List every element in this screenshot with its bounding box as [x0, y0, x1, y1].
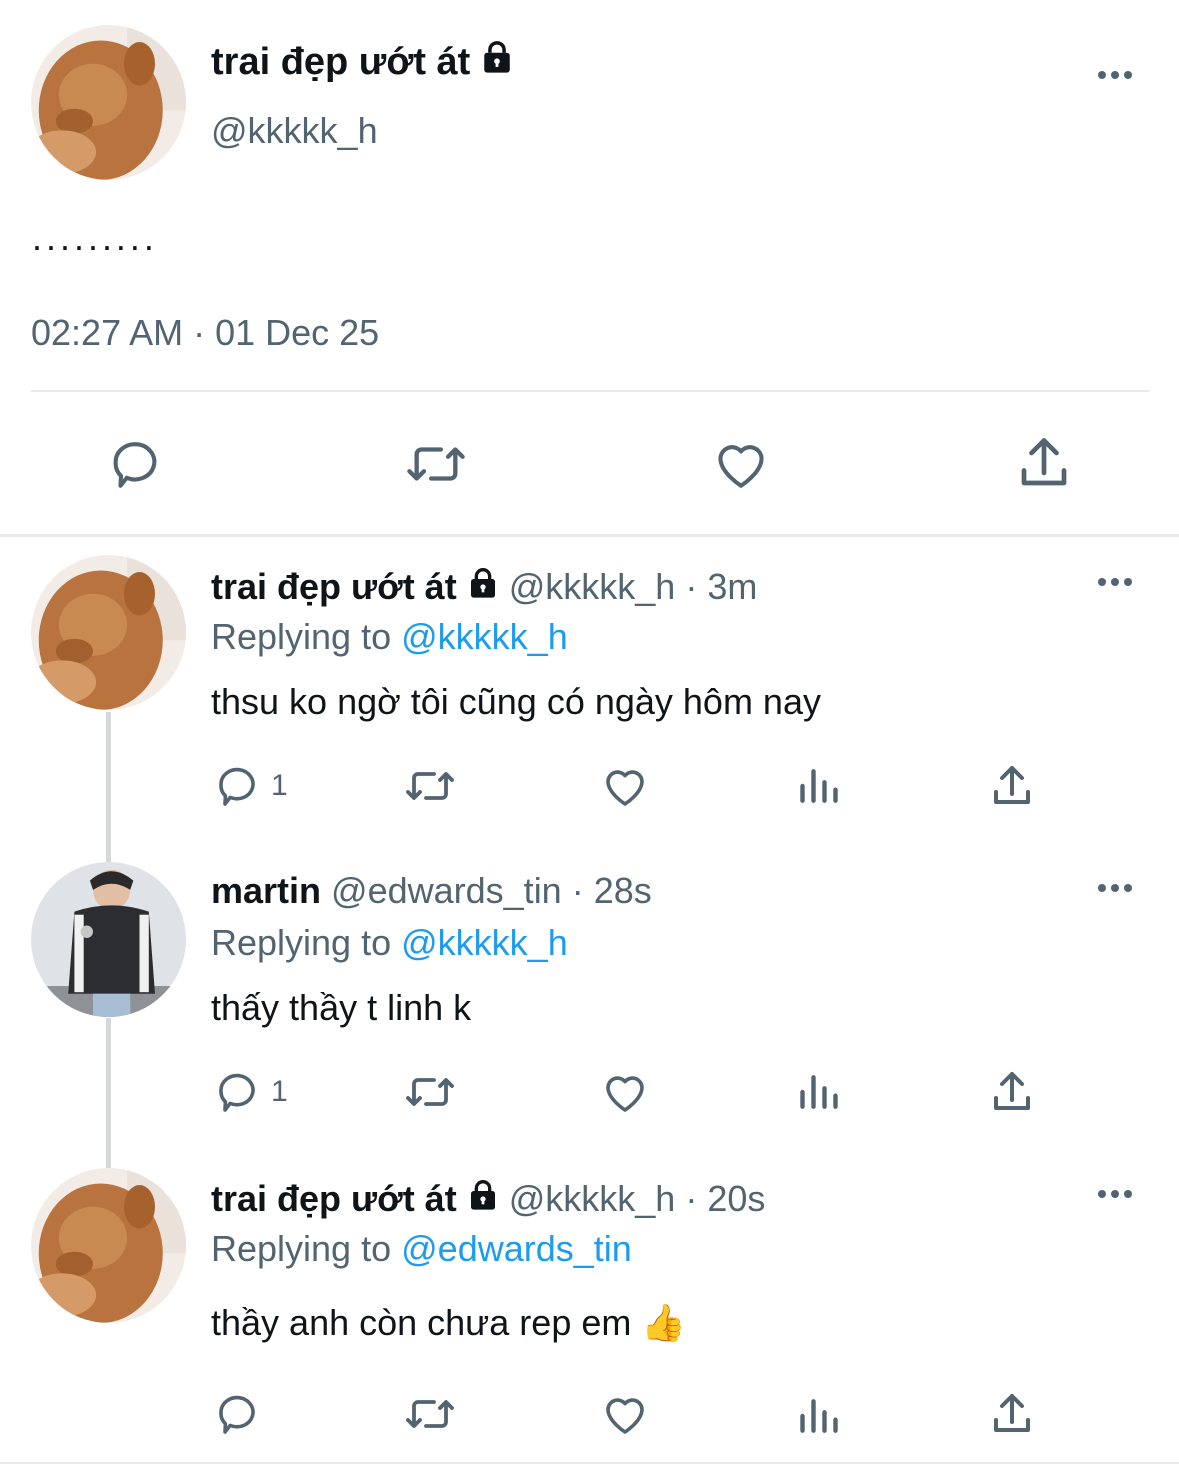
share-button[interactable] — [1014, 433, 1074, 493]
share-button[interactable] — [988, 1068, 1036, 1116]
views-button[interactable] — [797, 764, 841, 808]
more-options-button[interactable] — [1098, 1190, 1132, 1198]
more-dots-icon — [1098, 578, 1106, 586]
bottom-divider — [0, 1462, 1179, 1464]
reply-display-name[interactable]: trai đẹp ướt át — [211, 566, 457, 607]
tweet-text: ········· — [31, 225, 157, 266]
divider — [31, 390, 1149, 392]
speech-bubble-icon — [219, 1395, 255, 1434]
views-button[interactable] — [797, 1394, 841, 1438]
reply-text: thsu ko ngờ tôi cũng có ngày hôm nay — [211, 681, 821, 722]
reply-display-name[interactable]: trai đẹp ướt át — [211, 1178, 457, 1219]
lock-icon — [467, 1178, 499, 1220]
retweet-button[interactable] — [402, 1068, 458, 1116]
heart-icon — [606, 1076, 644, 1112]
thread-line — [106, 1018, 111, 1168]
reply-time[interactable]: · 20s — [685, 1178, 765, 1219]
retweet-button[interactable] — [402, 762, 458, 810]
reply-button[interactable] — [213, 1390, 271, 1438]
more-options-button[interactable] — [1098, 884, 1132, 892]
reply-button[interactable] — [106, 435, 164, 493]
reply-time[interactable]: · 3m — [685, 566, 757, 607]
replying-to-label: Replying to — [211, 1228, 392, 1269]
reply-text: thầy anh còn chưa rep em 👍 — [211, 1302, 687, 1343]
bar-chart-icon — [800, 769, 838, 803]
reply-avatar[interactable] — [31, 555, 186, 710]
thread-line — [106, 712, 111, 862]
more-dots-icon — [1098, 884, 1106, 892]
reply-count: 1 — [271, 769, 288, 802]
replying-to-label: Replying to — [211, 922, 392, 963]
share-button[interactable] — [988, 1390, 1036, 1438]
bar-chart-icon — [800, 1399, 838, 1433]
reply-button[interactable]: 1 — [213, 1068, 288, 1116]
heart-icon — [606, 1398, 644, 1434]
replying-to-link[interactable]: @kkkkk_h — [401, 922, 568, 963]
speech-bubble-icon — [219, 767, 255, 806]
like-button[interactable] — [710, 435, 772, 493]
reply-handle[interactable]: @kkkkk_h — [509, 1178, 676, 1219]
upload-share-icon — [1021, 438, 1067, 486]
reply-avatar[interactable] — [31, 862, 186, 1017]
bar-chart-icon — [800, 1075, 838, 1109]
speech-bubble-icon — [219, 1073, 255, 1112]
replying-to-link[interactable]: @kkkkk_h — [401, 616, 568, 657]
upload-share-icon — [994, 766, 1030, 804]
author-display-name[interactable]: trai đẹp ướt át — [211, 41, 470, 83]
retweet-arrows-icon — [407, 447, 465, 481]
author-handle[interactable]: @kkkkk_h — [211, 110, 378, 152]
upload-share-icon — [994, 1072, 1030, 1110]
share-button[interactable] — [988, 762, 1036, 810]
heart-icon — [718, 445, 764, 488]
reply-avatar[interactable] — [31, 1168, 186, 1323]
like-button[interactable] — [600, 762, 650, 810]
retweet-button[interactable] — [402, 1390, 458, 1438]
retweet-arrows-icon — [406, 1078, 454, 1106]
reply-display-name[interactable]: martin — [211, 870, 321, 911]
tweet-timestamp[interactable]: 02:27 AM · 01 Dec 25 — [31, 312, 379, 354]
views-button[interactable] — [797, 1070, 841, 1114]
replying-to-label: Replying to — [211, 616, 392, 657]
lock-icon — [467, 566, 499, 608]
reply-handle[interactable]: @kkkkk_h — [509, 566, 676, 607]
reply-text: thấy thầy t linh k — [211, 987, 472, 1028]
section-divider — [0, 534, 1179, 537]
retweet-arrows-icon — [406, 1400, 454, 1428]
reply-handle[interactable]: @edwards_tin — [331, 870, 562, 911]
more-options-button[interactable] — [1098, 71, 1132, 79]
replying-to-link[interactable]: @edwards_tin — [401, 1228, 632, 1269]
speech-bubble-icon — [113, 442, 157, 488]
more-dots-icon — [1098, 71, 1106, 79]
author-avatar[interactable] — [31, 25, 186, 180]
lock-icon — [480, 40, 514, 84]
upload-share-icon — [994, 1394, 1030, 1432]
more-dots-icon — [1098, 1190, 1106, 1198]
reply-count: 1 — [271, 1075, 288, 1108]
reply-time[interactable]: · 28s — [572, 870, 652, 911]
reply-button[interactable]: 1 — [213, 762, 288, 810]
like-button[interactable] — [600, 1390, 650, 1438]
more-options-button[interactable] — [1098, 578, 1132, 586]
like-button[interactable] — [600, 1068, 650, 1116]
retweet-button[interactable] — [403, 435, 469, 493]
heart-icon — [606, 770, 644, 806]
retweet-arrows-icon — [406, 772, 454, 800]
